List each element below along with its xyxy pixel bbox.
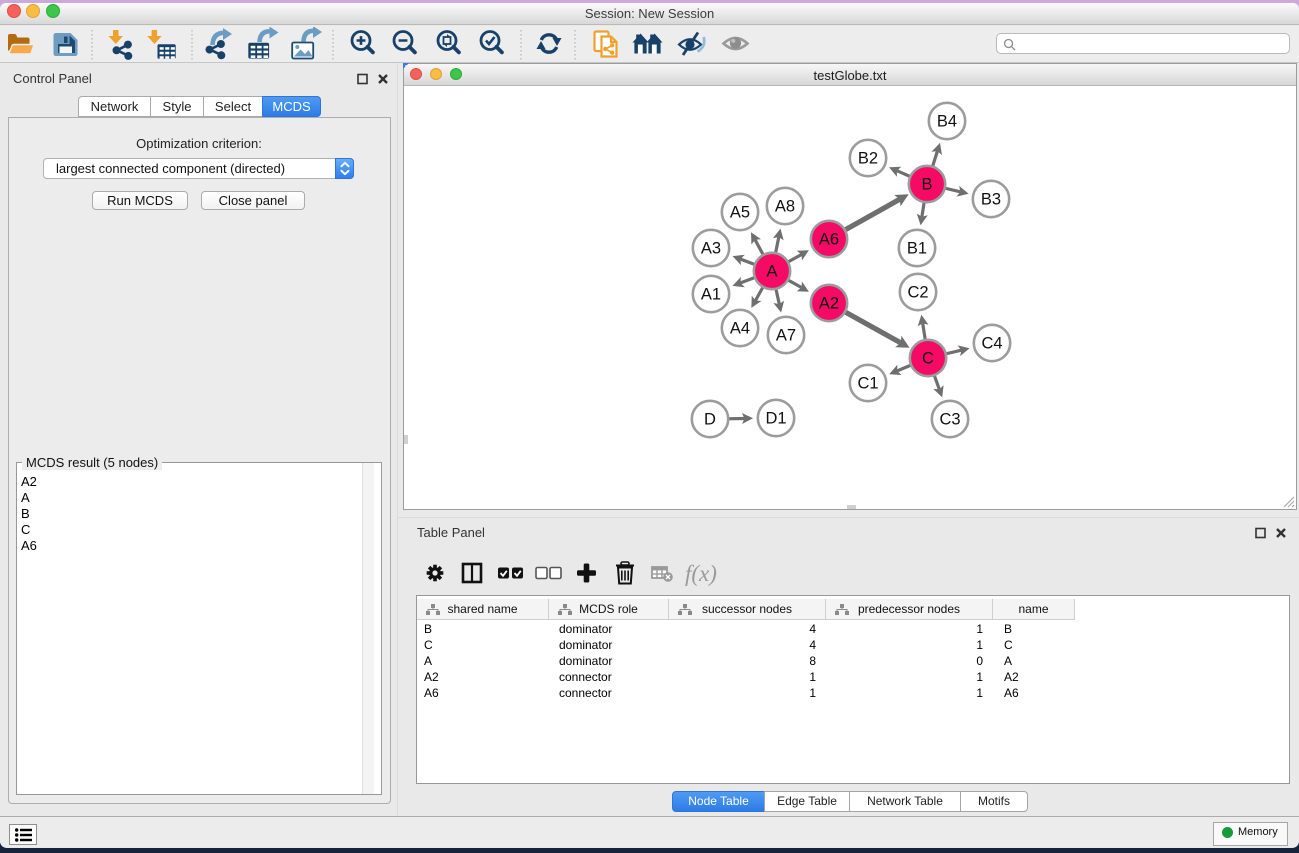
svg-text:C2: C2 [907,284,928,302]
svg-text:A7: A7 [776,327,796,345]
svg-text:A2: A2 [819,295,839,313]
svg-text:D: D [704,411,716,429]
svg-text:B3: B3 [981,191,1001,209]
svg-text:C3: C3 [939,411,960,429]
svg-text:B: B [921,176,932,194]
svg-text:f(x): f(x) [685,561,717,586]
svg-text:C4: C4 [981,335,1002,353]
svg-text:B1: B1 [907,240,927,258]
svg-text:B2: B2 [858,150,878,168]
svg-text:B4: B4 [937,113,957,131]
svg-text:A8: A8 [775,198,795,216]
svg-text:C1: C1 [857,375,878,393]
svg-text:A5: A5 [730,204,750,222]
svg-text:C: C [922,350,934,368]
svg-text:A: A [766,263,777,281]
svg-text:A3: A3 [701,240,721,258]
svg-text:A6: A6 [819,231,839,249]
svg-text:D1: D1 [765,410,786,428]
svg-text:A1: A1 [701,286,721,304]
svg-text:A4: A4 [730,320,750,338]
